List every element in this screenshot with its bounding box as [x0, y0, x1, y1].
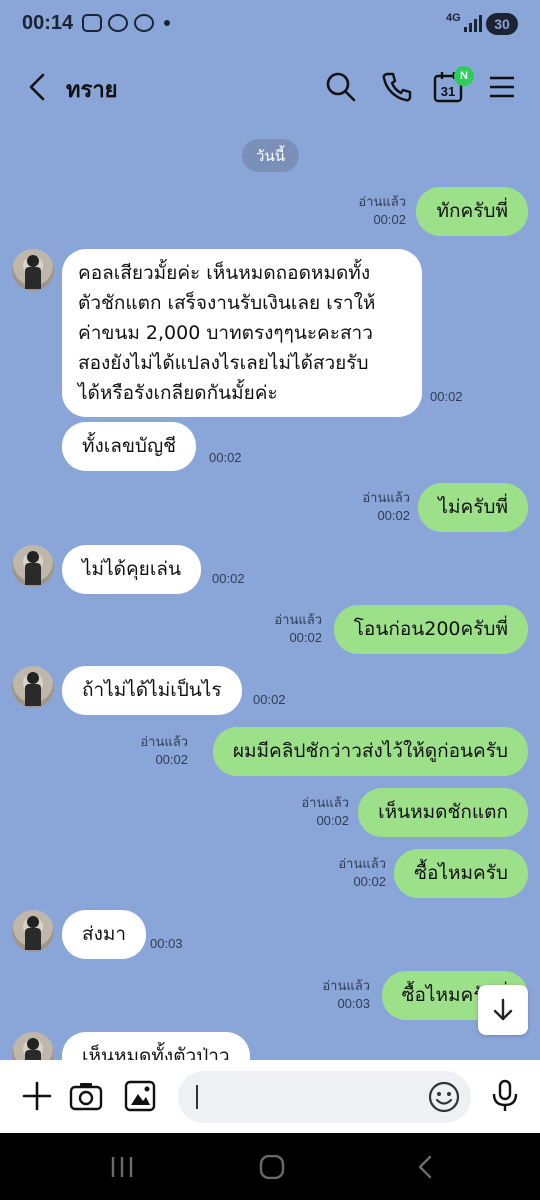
message-text: ส่งมา [82, 923, 127, 945]
message-meta: อ่านแล้ว 00:02 [242, 611, 322, 647]
message-bubble-incoming[interactable]: ทั้งเลขบัญชี [62, 422, 197, 471]
avatar[interactable] [12, 910, 54, 952]
message-text: โอนก่อน200ครับพี่ [353, 618, 508, 640]
message-time: 00:02 [430, 389, 463, 404]
message-text-line: สองยังไม่ได้แปลงไรเลยไม่ได้สวยรับ [78, 352, 369, 374]
message-text: ถ้าไม่ได้ไม่เป็นไร [82, 679, 222, 701]
image-icon[interactable] [123, 1079, 157, 1113]
signal-icon [464, 14, 482, 32]
camera-icon[interactable] [69, 1079, 103, 1113]
message-bubble-incoming[interactable]: เห็นหมดทั้งตัวป่าว [62, 1032, 250, 1060]
message-text-line: ได้หรือรังเกลียดกันมั้ยค่ะ [78, 382, 278, 404]
chat-title[interactable]: ทราย [66, 72, 118, 107]
chat-area[interactable]: วันนี้ อ่านแล้ว 00:02 ทักครับพี่ คอลเสีย… [0, 125, 540, 1060]
read-receipt: อ่านแล้ว [140, 734, 188, 749]
home-icon[interactable] [258, 1155, 286, 1179]
chat-header: ทราย 31 N [0, 50, 540, 125]
message-bubble-outgoing[interactable]: ซื้อไหมครับ [394, 849, 528, 898]
avatar[interactable] [12, 249, 54, 291]
network-type: 4G [446, 12, 461, 24]
message-bubble-incoming[interactable]: ถ้าไม่ได้ไม่เป็นไร [62, 666, 242, 715]
more-notifications-dot [164, 20, 170, 26]
message-text: ผมมีคลิปชักว่าวส่งไว้ให้ดูก่อนครับ [232, 740, 508, 762]
message-text: ไม่ครับพี่ [438, 496, 508, 518]
calendar-badge: N [454, 66, 474, 86]
message-bubble-outgoing[interactable]: ไม่ครับพี่ [418, 483, 528, 532]
phone-icon[interactable] [380, 70, 414, 104]
message-meta: อ่านแล้ว 00:02 [269, 794, 349, 830]
message-text: ทั้งเลขบัญชี [82, 435, 177, 457]
message-meta: อ่านแล้ว 00:03 [290, 977, 370, 1013]
system-nav-bar [0, 1133, 540, 1200]
emoji-icon[interactable] [428, 1081, 460, 1113]
scroll-to-bottom-button[interactable] [478, 985, 528, 1035]
message-meta: อ่านแล้ว 00:02 [108, 733, 188, 769]
message-time: 00:02 [373, 212, 406, 227]
message-text-line: คอลเสียวมั้ยค่ะ เห็นหมดถอดหมดทั้ง [78, 262, 371, 284]
read-receipt: อ่านแล้ว [301, 795, 349, 810]
battery-level: 30 [494, 16, 510, 32]
text-cursor [196, 1085, 198, 1109]
date-separator: วันนี้ [242, 139, 299, 172]
message-time: 00:02 [253, 692, 286, 707]
message-input[interactable] [178, 1071, 471, 1123]
arrow-down-icon [493, 998, 513, 1021]
back-arrow-icon[interactable] [26, 72, 50, 102]
message-meta: อ่านแล้ว 00:02 [306, 855, 386, 891]
messenger-icon [108, 14, 128, 32]
message-time: 00:03 [150, 936, 183, 951]
message-text: ไม่ได้คุยเล่น [82, 558, 181, 580]
message-bubble-outgoing[interactable]: ทักครับพี่ [416, 187, 528, 236]
message-input-bar [0, 1060, 540, 1133]
status-bar: 00:14 4G 30 [0, 0, 540, 50]
message-time: 00:02 [353, 874, 386, 889]
screen-record-icon [82, 14, 102, 32]
message-time: 00:02 [212, 571, 245, 586]
message-bubble-incoming[interactable]: คอลเสียวมั้ยค่ะ เห็นหมดถอดหมดทั้ง ตัวชัก… [62, 249, 422, 417]
menu-icon[interactable] [486, 70, 520, 104]
calendar-day: 31 [441, 84, 455, 99]
mic-icon[interactable] [488, 1079, 522, 1113]
message-bubble-incoming[interactable]: ไม่ได้คุยเล่น [62, 545, 201, 594]
line-icon [134, 14, 154, 32]
message-text: เห็นหมดทั้งตัวป่าว [82, 1045, 230, 1060]
message-bubble-outgoing[interactable]: เห็นหมดชักแตก [358, 788, 528, 837]
message-text: เห็นหมดชักแตก [378, 801, 508, 823]
message-text-line: ตัวชักแตก เสร็จงานรับเงินเลย เราให้ [78, 292, 376, 314]
message-bubble-incoming[interactable]: ส่งมา [62, 910, 147, 959]
read-receipt: อ่านแล้ว [362, 490, 410, 505]
read-receipt: อ่านแล้ว [358, 194, 406, 209]
avatar[interactable] [12, 545, 54, 587]
message-text-line: ค่าขนม 2,000 บาทตรงๆๆนะคะสาว [78, 322, 373, 344]
message-bubble-outgoing[interactable]: ผมมีคลิปชักว่าวส่งไว้ให้ดูก่อนครับ [212, 727, 528, 776]
message-bubble-outgoing[interactable]: โอนก่อน200ครับพี่ [333, 605, 528, 654]
message-text: ทักครับพี่ [436, 200, 508, 222]
message-text: ซื้อไหมครับ [414, 862, 508, 884]
message-time: 00:02 [155, 752, 188, 767]
message-meta: อ่านแล้ว 00:02 [326, 193, 406, 229]
search-icon[interactable] [324, 70, 358, 104]
message-time: 00:03 [337, 996, 370, 1011]
message-time: 00:02 [316, 813, 349, 828]
status-time: 00:14 [22, 12, 74, 34]
message-time: 00:02 [209, 450, 242, 465]
avatar[interactable] [12, 666, 54, 708]
recent-apps-icon[interactable] [108, 1155, 136, 1179]
read-receipt: อ่านแล้ว [338, 856, 386, 871]
message-time: 00:02 [377, 508, 410, 523]
battery-icon: 30 [486, 13, 518, 35]
read-receipt: อ่านแล้ว [322, 978, 370, 993]
message-meta: อ่านแล้ว 00:02 [330, 489, 410, 525]
avatar[interactable] [12, 1032, 54, 1060]
back-icon[interactable] [412, 1155, 440, 1179]
status-notification-icons [82, 14, 170, 32]
read-receipt: อ่านแล้ว [274, 612, 322, 627]
plus-icon[interactable] [20, 1079, 54, 1113]
message-time: 00:02 [289, 630, 322, 645]
